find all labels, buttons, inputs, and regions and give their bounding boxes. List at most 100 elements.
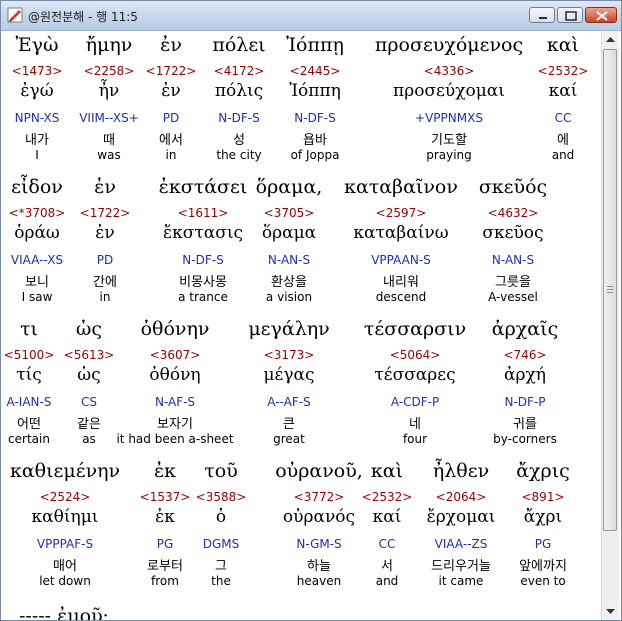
greek-word: ἀρχαῖς (491, 318, 559, 340)
korean-gloss: 내리워 (383, 275, 419, 290)
lexical-form: ὀθόνη (149, 365, 201, 385)
morph-code: VIAA--ZS (434, 537, 488, 551)
app-window: @원전분해 - 행 11:5 Ἐγὼ <1473> ἐγώ NPN-XS 내가 Iἤμην… (0, 0, 622, 621)
strong-number: <2524> (39, 490, 91, 504)
lexical-form: πόλις (214, 81, 264, 101)
lexical-form: ἐκ (155, 507, 175, 527)
morph-code: NPN-XS (14, 111, 60, 125)
morph-code: N-GM-S (296, 537, 342, 551)
korean-gloss: 로부터 (147, 559, 183, 574)
greek-word: τέσσαρσιν (363, 318, 467, 340)
korean-gloss: 하늘 (307, 559, 331, 574)
greek-word: Ἰόππῃ (286, 34, 344, 56)
strong-number: <3588> (195, 490, 247, 504)
english-gloss: it had been a-sheet (116, 432, 234, 446)
window-title: @원전분해 - 행 11:5 (28, 10, 138, 24)
english-gloss: let down (39, 574, 91, 588)
scroll-up-icon (606, 37, 615, 42)
title-bar[interactable]: @원전분해 - 행 11:5 (1, 1, 621, 31)
morph-code: VPPAAN-S (371, 253, 431, 267)
morph-code: N-AN-S (267, 253, 311, 267)
scroll-down-button[interactable] (602, 603, 619, 620)
greek-word: ἐν (94, 176, 116, 198)
english-gloss: it came (438, 574, 484, 588)
minimize-button[interactable] (529, 7, 555, 23)
korean-gloss: 보자기 (157, 417, 193, 432)
scroll-down-icon (606, 609, 615, 614)
korean-gloss: 비몽사몽 (179, 275, 227, 290)
greek-word: Ἐγὼ (15, 34, 59, 56)
korean-gloss: 같은 (77, 417, 101, 432)
english-gloss: certain (8, 432, 50, 446)
korean-gloss: 그 (215, 559, 227, 574)
english-gloss: heaven (296, 574, 342, 588)
korean-gloss: 기도할 (431, 133, 467, 148)
strong-number: <3705> (263, 206, 315, 220)
greek-word: μεγάλην (248, 318, 330, 340)
morph-code: PG (534, 537, 552, 551)
morph-code: A-CDF-P (390, 395, 440, 409)
morph-code: N-AF-S (154, 395, 196, 409)
korean-gloss: 내가 (25, 133, 49, 148)
morph-code: N-DF-S (182, 253, 224, 267)
lexical-form: ἀρχή (504, 365, 546, 385)
morph-code: PD (96, 253, 114, 267)
strong-number: <5064> (389, 348, 441, 362)
scrollbar-thumb[interactable] (603, 49, 617, 531)
strong-number: <2532> (361, 490, 413, 504)
strong-number: <5613> (63, 348, 115, 362)
strong-number: <891> (521, 490, 565, 504)
strong-number: <2064> (435, 490, 487, 504)
minimize-icon (539, 17, 547, 19)
english-gloss: descend (375, 290, 427, 304)
korean-gloss: 어떤 (17, 417, 41, 432)
english-gloss: of Joppa (290, 148, 340, 162)
english-gloss: great (273, 432, 305, 446)
maximize-button[interactable] (557, 7, 583, 23)
strong-number: <4336> (423, 64, 475, 78)
scroll-up-button[interactable] (602, 31, 619, 48)
english-gloss: the (211, 574, 231, 588)
english-gloss: from (151, 574, 179, 588)
morph-code: +VPPNMXS (415, 111, 483, 125)
english-gloss: was (97, 148, 121, 162)
strong-number: <4172> (213, 64, 265, 78)
english-gloss: in (99, 290, 111, 304)
greek-word: πόλει (212, 34, 266, 56)
strong-number: <2258> (83, 64, 135, 78)
thumb-grip-line (607, 286, 613, 287)
strong-number: <1611> (177, 206, 229, 220)
korean-gloss: 성 (233, 133, 245, 148)
korean-gloss: 그릇을 (495, 275, 531, 290)
morph-code: N-AN-S (491, 253, 535, 267)
strong-number: <1537> (139, 490, 191, 504)
lexical-form: καί (372, 507, 402, 527)
strong-number: <*3708> (8, 206, 66, 220)
vertical-scrollbar[interactable] (601, 31, 619, 620)
lexical-form: τέσσαρες (374, 365, 456, 385)
close-button[interactable] (585, 7, 617, 23)
english-gloss: a trance (178, 290, 228, 304)
greek-word: ἐκστάσει (158, 176, 248, 198)
korean-gloss: 환상을 (271, 275, 307, 290)
english-gloss: by-corners (493, 432, 557, 446)
korean-gloss: 매어 (53, 559, 77, 574)
lexical-form: μέγας (263, 365, 315, 385)
lexical-form: ἦν (98, 81, 120, 101)
greek-word: ἤμην (85, 34, 133, 56)
morph-code: A-IAN-S (6, 395, 52, 409)
greek-word: καθιεμένην (9, 460, 121, 482)
lexical-form: ὡς (77, 365, 101, 385)
next-line-partial: ----- ἐμοῦ· (19, 605, 109, 620)
maximize-icon (565, 11, 577, 21)
greek-word: σκεῦός (478, 176, 548, 198)
strong-number: <1722> (79, 206, 131, 220)
greek-word: ὅραμα, (255, 176, 323, 198)
english-gloss: and (375, 574, 399, 588)
greek-word: καὶ (370, 460, 404, 482)
greek-word: οὐρανοῦ, (275, 460, 363, 482)
lexical-form: ἄχρι (523, 507, 563, 527)
strong-number: <3772> (293, 490, 345, 504)
strong-number: <2445> (289, 64, 341, 78)
morph-code: N-DF-P (504, 395, 546, 409)
